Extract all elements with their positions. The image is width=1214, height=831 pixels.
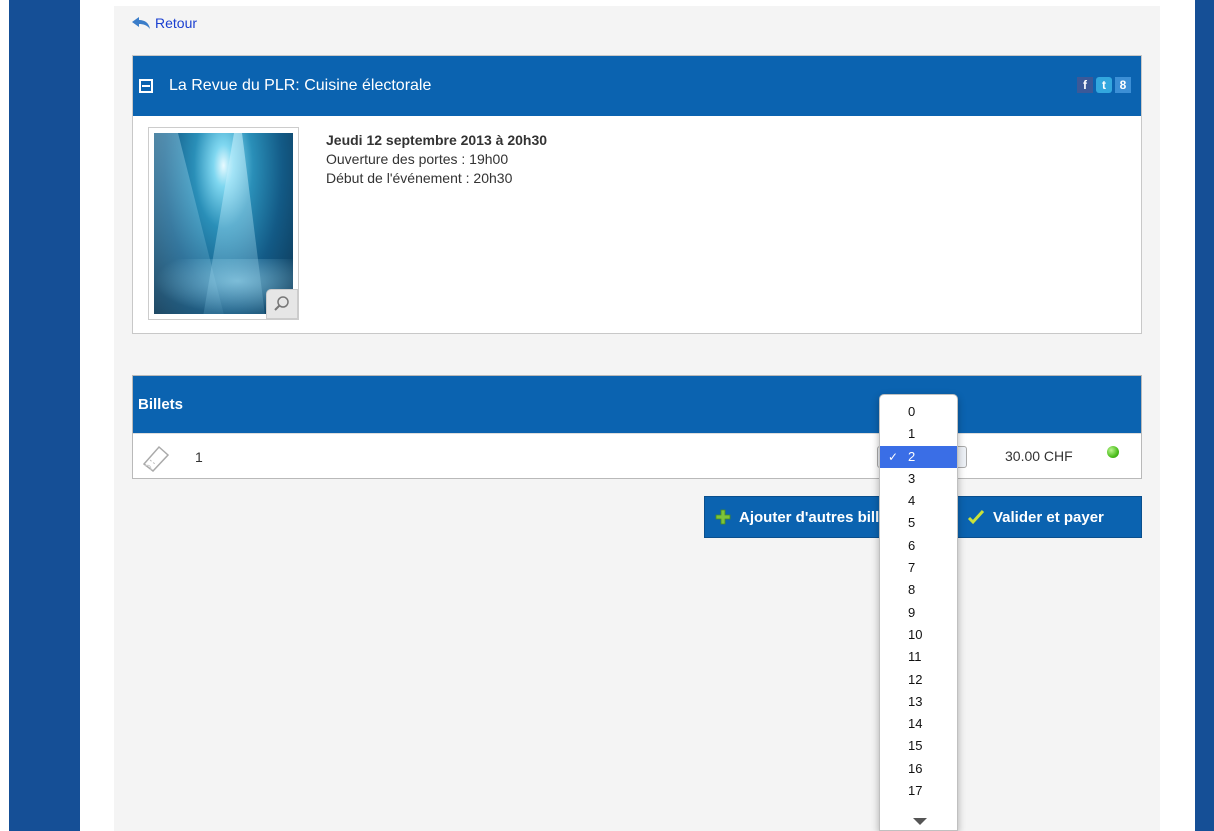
checkmark-icon (967, 509, 985, 525)
ticket-row: 1 30.00 CHF (133, 433, 1141, 477)
spotlight-image (154, 133, 293, 314)
back-link[interactable]: Retour (131, 14, 197, 32)
quantity-option[interactable]: 1 (880, 423, 957, 445)
validate-pay-button[interactable]: Valider et payer (956, 496, 1142, 538)
start-time: Début de l'événement : 20h30 (326, 170, 513, 186)
event-date: Jeudi 12 septembre 2013 à 20h30 (326, 132, 548, 148)
quantity-option[interactable]: 7 (880, 557, 957, 579)
doors-time: Ouverture des portes : 19h00 (326, 151, 509, 167)
quantity-option[interactable]: 6 (880, 535, 957, 557)
quantity-option[interactable]: 16 (880, 758, 957, 780)
event-panel: La Revue du PLR: Cuisine électorale f t … (132, 55, 1142, 334)
social-links: f t 8 (1077, 77, 1131, 93)
google-plus-icon[interactable]: 8 (1115, 77, 1131, 93)
twitter-icon[interactable]: t (1096, 77, 1112, 93)
event-info: Jeudi 12 septembre 2013 à 20h30 Ouvertur… (326, 131, 547, 188)
facebook-icon[interactable]: f (1077, 77, 1093, 93)
quantity-option[interactable]: 9 (880, 602, 957, 624)
back-arrow-icon (132, 17, 150, 29)
quantity-option[interactable]: 0 (880, 401, 957, 423)
event-title: La Revue du PLR: Cuisine électorale (169, 77, 432, 94)
tickets-title: Billets (138, 396, 184, 413)
quantity-option[interactable]: 17 (880, 780, 957, 802)
add-tickets-label: Ajouter d'autres billets (739, 508, 901, 526)
quantity-option[interactable]: 3 (880, 468, 957, 490)
quantity-option[interactable]: 13 (880, 691, 957, 713)
right-background (1195, 0, 1214, 831)
quantity-dropdown-list[interactable]: 01234567891011121314151617 (879, 394, 958, 831)
quantity-option[interactable]: 14 (880, 713, 957, 735)
event-body: Jeudi 12 septembre 2013 à 20h30 Ouvertur… (133, 116, 1141, 334)
left-background (9, 0, 80, 831)
scroll-down-icon[interactable] (880, 808, 957, 830)
tickets-panel: Billets 1 30.00 CHF (132, 375, 1142, 479)
zoom-icon[interactable] (266, 289, 298, 319)
quantity-option[interactable]: 2 (880, 445, 957, 468)
ticket-name: 1 (195, 449, 203, 465)
validate-pay-label: Valider et payer (993, 508, 1104, 526)
quantity-option[interactable]: 11 (880, 646, 957, 668)
quantity-option[interactable]: 10 (880, 624, 957, 646)
ticket-icon (142, 445, 170, 472)
plus-icon (715, 509, 731, 525)
ticket-price: 30.00 CHF (1005, 448, 1073, 464)
tickets-header: Billets (133, 376, 1141, 433)
quantity-option[interactable]: 12 (880, 669, 957, 691)
quantity-option[interactable]: 8 (880, 579, 957, 601)
back-link-label: Retour (155, 15, 198, 31)
event-thumbnail[interactable] (148, 127, 299, 320)
event-header: La Revue du PLR: Cuisine électorale f t … (133, 56, 1141, 116)
quantity-option[interactable]: 4 (880, 490, 957, 512)
quantity-option[interactable]: 15 (880, 735, 957, 757)
collapse-icon[interactable] (139, 79, 153, 93)
quantity-option[interactable]: 5 (880, 512, 957, 534)
availability-status-icon (1107, 446, 1119, 458)
